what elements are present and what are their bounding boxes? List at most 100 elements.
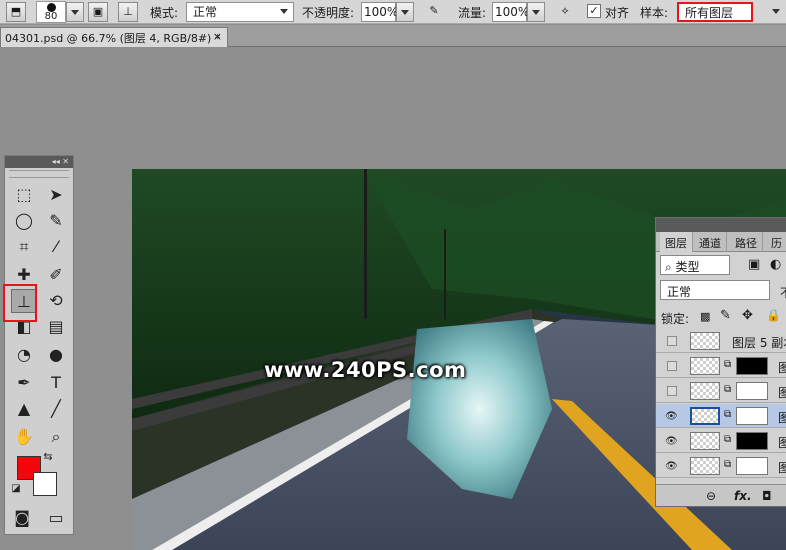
lock-all-icon[interactable]: 🔒	[766, 308, 781, 322]
layer-mask-thumbnail[interactable]	[736, 357, 768, 375]
layer-mask-thumbnail[interactable]	[736, 432, 768, 450]
document-tab[interactable]: 04301.psd @ 66.7% (图层 4, RGB/8#) * ×	[0, 27, 228, 47]
fx-icon[interactable]: fx.	[734, 489, 752, 503]
layer-mask-thumbnail[interactable]	[736, 382, 768, 400]
watermark-text: www.240PS.com	[264, 358, 467, 382]
zoom-tool-icon[interactable]: ⌕	[43, 425, 69, 449]
document-title: 04301.psd @ 66.7% (图层 4, RGB/8#) *	[5, 32, 221, 45]
aligned-checkbox[interactable]: ✓	[587, 4, 601, 18]
layer-name: 图	[778, 434, 786, 451]
screen-mode-icon[interactable]: ▭	[43, 506, 69, 530]
brush-size-value: 80	[44, 11, 58, 22]
gradient-tool-icon[interactable]: ▤	[43, 315, 69, 339]
lock-position-icon[interactable]: ✥	[742, 308, 753, 323]
layer-thumbnail	[690, 382, 720, 400]
chevron-down-icon	[772, 9, 780, 14]
blur-tool-icon[interactable]: ◔	[11, 343, 37, 367]
eyedropper-tool-icon[interactable]: ⁄	[43, 235, 69, 259]
default-colors-icon[interactable]: ◪	[9, 482, 23, 496]
dodge-tool-icon[interactable]: ●	[43, 343, 69, 367]
history-brush-tool-icon[interactable]: ⟲	[43, 289, 69, 313]
blend-mode-dropdown[interactable]: 正常	[660, 280, 770, 300]
layers-panel-tabs: 图层 通道 路径 历	[656, 232, 786, 252]
layer-row[interactable]: ⧉ 图	[656, 354, 786, 378]
type-tool-icon[interactable]: T	[43, 371, 69, 395]
line-tool-icon[interactable]: ╱	[43, 397, 69, 421]
sample-dropdown-arrow[interactable]	[768, 2, 786, 22]
layer-thumbnail	[690, 357, 720, 375]
clone-source-panel-button[interactable]: ⊥	[118, 2, 138, 22]
panel-grip[interactable]	[9, 170, 69, 178]
layer-name: 图	[778, 459, 786, 476]
hand-tool-icon[interactable]: ✋	[11, 425, 37, 449]
sample-dropdown[interactable]: 所有图层	[677, 2, 753, 22]
adjustment-filter-icon[interactable]: ◐	[770, 257, 781, 272]
flow-dropdown[interactable]	[527, 2, 545, 22]
sample-value: 所有图层	[685, 6, 734, 20]
tool-preset-button[interactable]: ⬒	[6, 2, 26, 22]
layer-thumbnail	[690, 407, 720, 425]
layer-mask-thumbnail[interactable]	[736, 457, 768, 475]
mode-dropdown[interactable]: 正常	[186, 2, 294, 22]
options-bar: ⬒ 80 ▣ ⊥ 模式: 正常 不透明度: 100% ✎ 流量: 100% ⟡ …	[0, 0, 786, 24]
layer-filter-dropdown[interactable]: ⌕ 类型	[660, 255, 730, 275]
layers-panel: 图层 通道 路径 历 ⌕ 类型 ▣ ◐ 正常 不 锁定: ▩ ✎ ✥ 🔒 图层 …	[655, 217, 786, 507]
tab-history[interactable]: 历	[766, 232, 786, 252]
move-tool-icon[interactable]: ➤	[43, 183, 69, 207]
layer-row[interactable]: 👁 ⧉ 图	[656, 454, 786, 478]
chevron-down-icon	[532, 10, 540, 15]
link-icon: ⧉	[724, 459, 732, 470]
opacity-dropdown[interactable]	[396, 2, 414, 22]
brush-size-picker[interactable]: 80	[36, 1, 66, 23]
image-filter-icon[interactable]: ▣	[748, 257, 760, 272]
eye-icon[interactable]: 👁	[665, 461, 678, 472]
highlight-box	[3, 284, 37, 322]
layer-row[interactable]: 👁 ⧉ 图	[656, 429, 786, 453]
crop-tool-icon[interactable]: ⌗	[11, 235, 37, 259]
layer-thumbnail	[690, 432, 720, 450]
quick-mask-icon[interactable]: ◙	[9, 506, 35, 530]
add-mask-icon[interactable]: ◘	[762, 489, 772, 503]
document-tab-bar: 04301.psd @ 66.7% (图层 4, RGB/8#) * ×	[0, 25, 786, 47]
path-selection-tool-icon[interactable]: ▲	[11, 397, 37, 421]
link-layers-icon[interactable]: ⊖	[706, 489, 716, 503]
link-icon: ⧉	[724, 434, 732, 445]
opacity-label: 不	[780, 284, 786, 301]
lasso-tool-icon[interactable]: ◯	[11, 209, 37, 233]
marquee-tool-icon[interactable]: ⬚	[11, 183, 37, 207]
visibility-toggle[interactable]	[667, 336, 677, 346]
link-icon: ⧉	[724, 409, 732, 420]
tab-paths[interactable]: 路径	[730, 232, 763, 252]
background-color-swatch[interactable]	[33, 472, 57, 496]
tools-panel-header[interactable]: ◂◂ ✕	[5, 156, 73, 168]
pressure-opacity-icon[interactable]: ✎	[424, 2, 444, 22]
chevron-down-icon	[280, 9, 288, 14]
brush-picker-dropdown[interactable]	[66, 2, 84, 22]
layer-row-selected[interactable]: 👁 ⧉ 图	[656, 404, 786, 428]
layer-row[interactable]: ⧉ 图	[656, 379, 786, 403]
layers-panel-header[interactable]	[656, 218, 786, 232]
layer-mask-thumbnail[interactable]	[736, 407, 768, 425]
swap-colors-icon[interactable]: ⇆	[41, 450, 55, 464]
flow-field[interactable]: 100%	[492, 2, 530, 22]
layer-row[interactable]: 图层 5 副本	[656, 329, 786, 353]
visibility-toggle[interactable]	[667, 386, 677, 396]
pen-tool-icon[interactable]: ✒	[11, 371, 37, 395]
lock-transparent-icon[interactable]: ▩	[700, 310, 710, 323]
layer-name: 图	[778, 359, 786, 376]
tab-channels[interactable]: 通道	[694, 232, 727, 252]
mode-label: 模式:	[150, 6, 179, 20]
flow-value: 100%	[495, 5, 530, 19]
lock-pixels-icon[interactable]: ✎	[720, 308, 731, 323]
eye-icon[interactable]: 👁	[665, 436, 678, 447]
tab-layers[interactable]: 图层	[660, 232, 693, 252]
eye-icon[interactable]: 👁	[665, 411, 678, 422]
brush-panel-toggle-button[interactable]: ▣	[88, 2, 108, 22]
quick-selection-tool-icon[interactable]: ✎	[43, 209, 69, 233]
opacity-field[interactable]: 100%	[361, 2, 398, 22]
brush-tool-icon[interactable]: ✐	[43, 263, 69, 287]
airbrush-icon[interactable]: ⟡	[555, 2, 575, 22]
visibility-toggle[interactable]	[667, 361, 677, 371]
close-icon[interactable]: ×	[213, 30, 222, 43]
chevron-down-icon	[401, 10, 409, 15]
